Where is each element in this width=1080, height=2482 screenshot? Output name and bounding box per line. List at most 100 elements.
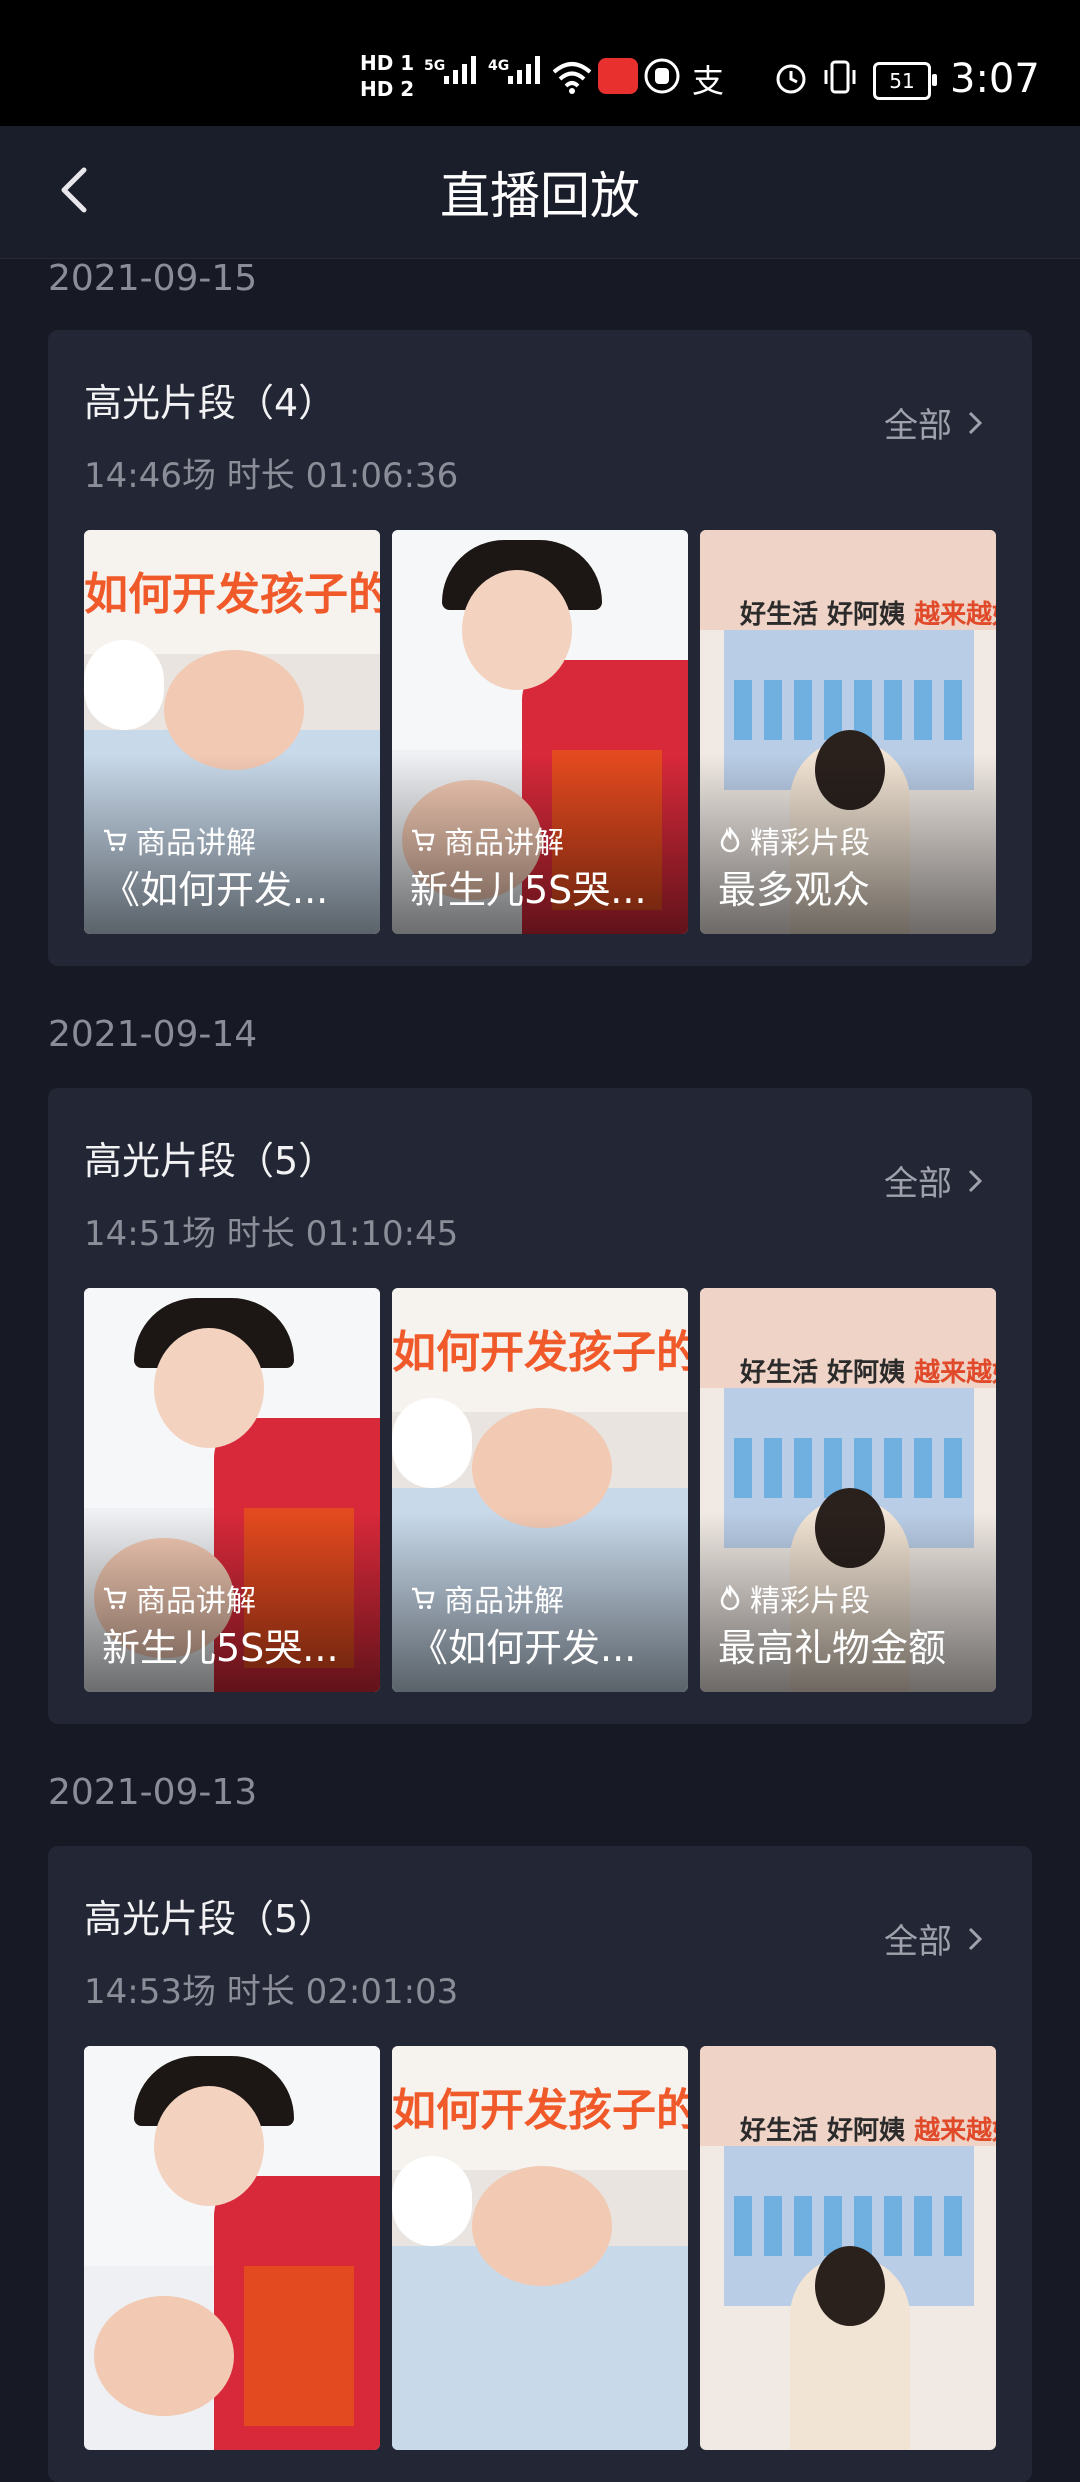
clip-tag-label: 商品讲解 [444, 826, 564, 861]
thumbnail-image [154, 2086, 264, 2206]
thumbnail-image [94, 2296, 234, 2416]
thumbnail-row: 如何开发孩子的大 商品讲解 《如何开发... 商品讲解 新生儿5S哭... [84, 530, 996, 934]
page-title: 直播回放 [440, 167, 640, 225]
thumbnail-row: 商品讲解 新生儿5S哭... 如何开发孩子的大 商品讲解 《如何开发... 好生… [84, 1288, 996, 1692]
session-meta: 14:46场 时长 01:06:36 [84, 456, 459, 496]
chevron-right-icon [968, 1169, 983, 1192]
thumbnail-banner: 如何开发孩子的大 [392, 1288, 688, 1412]
clip-tag-label: 商品讲解 [444, 1584, 564, 1619]
clock: 3:07 [950, 56, 1040, 102]
highlight-card: 高光片段（5） 14:51场 时长 01:10:45 全部 商品讲解 新生儿5S… [48, 1088, 1032, 1724]
thumbnail-image [392, 1398, 472, 1488]
clip-tag: 商品讲解 [102, 818, 256, 862]
section-date: 2021-09-15 [48, 258, 258, 299]
highlight-thumbnail[interactable]: 商品讲解 新生儿5S哭... [392, 530, 688, 934]
highlight-thumbnail[interactable]: 好生活 好阿姨 越来越好 精彩片段 最多观众 [700, 530, 996, 934]
clip-tag: 商品讲解 [102, 1576, 256, 1620]
session-meta: 14:51场 时长 01:10:45 [84, 1214, 459, 1254]
net-4g-label: 4G [488, 58, 510, 74]
clip-tag: 商品讲解 [410, 1576, 564, 1620]
highlight-card: 高光片段（4） 14:46场 时长 01:06:36 全部 如何开发孩子的大 商… [48, 330, 1032, 966]
net-5g-label: 5G [424, 58, 446, 74]
highlight-thumbnail[interactable]: 好生活 好阿姨 越来越好 精彩片段 最高礼物金额 [700, 1288, 996, 1692]
section-date: 2021-09-13 [48, 1772, 258, 1813]
highlight-thumbnail[interactable]: 好生活 好阿姨 越来越好 [700, 2046, 996, 2450]
clip-tag-label: 精彩片段 [750, 1584, 870, 1619]
clip-caption: 最多观众 [718, 868, 871, 912]
slogan-text: 好生活 好阿姨 [740, 2116, 906, 2146]
thumbnail-slogan: 好生活 好阿姨 越来越好 [740, 1352, 996, 1389]
highlight-thumbnail[interactable]: 商品讲解 新生儿5S哭... [84, 1288, 380, 1692]
card-title: 高光片段（4） [84, 381, 337, 425]
hd2-label: HD 2 [360, 77, 415, 101]
view-all-button[interactable]: 全部 [884, 1914, 984, 1963]
thumbnail-image [244, 2266, 354, 2426]
view-all-label: 全部 [884, 406, 952, 446]
battery-level: 51 [889, 69, 915, 93]
slogan-text: 好生活 好阿姨 [740, 600, 906, 630]
clip-tag-label: 商品讲解 [136, 1584, 256, 1619]
battery-icon: 51 [873, 62, 937, 100]
flame-icon [720, 827, 740, 853]
highlight-thumbnail[interactable]: 如何开发孩子的大 [392, 2046, 688, 2450]
alarm-icon [776, 64, 806, 94]
view-all-button[interactable]: 全部 [884, 398, 984, 447]
view-all-button[interactable]: 全部 [884, 1156, 984, 1205]
thumbnail-image [84, 640, 164, 730]
thumbnail-image [472, 2166, 612, 2286]
session-meta: 14:53场 时长 02:01:03 [84, 1972, 459, 2012]
clip-caption: 《如何开发... [102, 868, 329, 912]
chevron-right-icon [968, 411, 983, 434]
chevron-right-icon [968, 1927, 983, 1950]
thumbnail-image [462, 570, 572, 690]
vibrate-icon [824, 60, 856, 94]
thumbnail-slogan: 好生活 好阿姨 越来越好 [740, 2110, 996, 2147]
clip-caption: 最高礼物金额 [718, 1626, 947, 1670]
hd1-label: HD 1 [360, 51, 415, 75]
cart-icon [412, 1587, 435, 1609]
thumbnail-banner: 如何开发孩子的大 [84, 530, 380, 654]
wifi-icon [552, 62, 592, 94]
clip-caption: 《如何开发... [410, 1626, 637, 1670]
highlight-thumbnail[interactable]: 如何开发孩子的大 商品讲解 《如何开发... [392, 1288, 688, 1692]
highlight-thumbnail[interactable]: 如何开发孩子的大 商品讲解 《如何开发... [84, 530, 380, 934]
thumbnail-image [472, 1408, 612, 1528]
clip-tag: 商品讲解 [410, 818, 564, 862]
slogan-accent: 越来越好 [914, 600, 996, 630]
clip-tag-label: 精彩片段 [750, 826, 870, 861]
slogan-accent: 越来越好 [914, 1358, 996, 1388]
cart-icon [104, 829, 127, 851]
highlight-card: 高光片段（5） 14:53场 时长 02:01:03 全部 如何开发孩子的大 好… [48, 1846, 1032, 2482]
flame-icon [720, 1585, 740, 1611]
hd-indicator: HD 1 HD 2 [360, 50, 414, 102]
clip-caption: 新生儿5S哭... [410, 868, 647, 912]
hand-icon [644, 58, 680, 94]
thumbnail-slogan: 好生活 好阿姨 越来越好 [740, 594, 996, 631]
app-notification-icon [598, 58, 638, 94]
thumbnail-image [392, 2156, 472, 2246]
signal-2-icon [508, 56, 540, 84]
card-title: 高光片段（5） [84, 1897, 337, 1941]
clip-tag: 精彩片段 [718, 818, 870, 862]
slogan-text: 好生活 好阿姨 [740, 1358, 906, 1388]
clip-tag-label: 商品讲解 [136, 826, 256, 861]
card-title: 高光片段（5） [84, 1139, 337, 1183]
thumbnail-image [154, 1328, 264, 1448]
view-all-label: 全部 [884, 1922, 952, 1962]
clip-tag: 精彩片段 [718, 1576, 870, 1620]
cart-icon [412, 829, 435, 851]
slogan-accent: 越来越好 [914, 2116, 996, 2146]
clip-caption: 新生儿5S哭... [102, 1626, 339, 1670]
status-bar: HD 1 HD 2 5G 4G 支 51 3:07 [0, 0, 1080, 126]
thumbnail-image [815, 2246, 885, 2326]
thumbnail-row: 如何开发孩子的大 好生活 好阿姨 越来越好 [84, 2046, 996, 2450]
cart-icon [104, 1587, 127, 1609]
thumbnail-image [164, 650, 304, 770]
thumbnail-banner: 如何开发孩子的大 [392, 2046, 688, 2170]
alipay-icon: 支 [692, 62, 725, 100]
signal-1-icon [444, 56, 476, 84]
highlight-thumbnail[interactable] [84, 2046, 380, 2450]
section-date: 2021-09-14 [48, 1014, 258, 1055]
view-all-label: 全部 [884, 1164, 952, 1204]
page-header: 直播回放 [0, 126, 1080, 259]
